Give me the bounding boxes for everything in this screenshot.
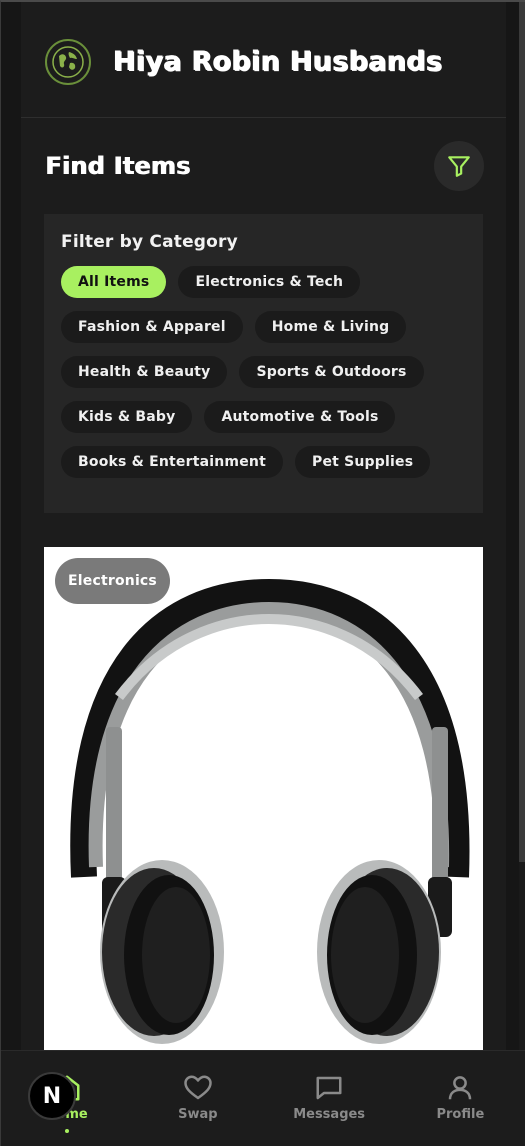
- filter-button[interactable]: [434, 141, 484, 191]
- nav-swap[interactable]: Swap: [132, 1051, 263, 1146]
- category-filter-panel: Filter by Category All Items Electronics…: [44, 214, 483, 513]
- heart-icon: [184, 1075, 212, 1100]
- headphones-image: [70, 578, 470, 1044]
- scrollbar-thumb[interactable]: [519, 2, 525, 862]
- filter-panel-title: Filter by Category: [61, 232, 238, 252]
- chip-electronics-tech[interactable]: Electronics & Tech: [178, 266, 361, 298]
- chip-pet-supplies[interactable]: Pet Supplies: [294, 446, 431, 478]
- chip-fashion-apparel[interactable]: Fashion & Apparel: [61, 311, 243, 343]
- main-column: Hiya Robin Husbands Find Items Filter by…: [21, 2, 506, 1146]
- scrollbar[interactable]: [519, 2, 525, 1146]
- chip-health-beauty[interactable]: Health & Beauty: [61, 356, 228, 388]
- nav-messages-label: Messages: [293, 1107, 366, 1122]
- app-title: Hiya Robin Husbands: [113, 46, 443, 77]
- chip-books-entertainment[interactable]: Books & Entertainment: [61, 446, 283, 478]
- chip-all-items[interactable]: All Items: [61, 266, 167, 298]
- dev-tools-badge[interactable]: N: [28, 1072, 76, 1120]
- category-chips: All Items Electronics & Tech Fashion & A…: [61, 266, 466, 478]
- nav-profile[interactable]: Profile: [395, 1051, 525, 1146]
- app-header: Hiya Robin Husbands: [21, 2, 506, 118]
- active-indicator: [64, 1129, 69, 1133]
- bottom-nav: Home Swap Messages Profile: [1, 1050, 525, 1146]
- nav-messages[interactable]: Messages: [264, 1051, 395, 1146]
- chip-home-living[interactable]: Home & Living: [254, 311, 407, 343]
- category-badge: Electronics: [55, 558, 170, 604]
- item-card[interactable]: Electronics: [44, 547, 483, 1057]
- nav-profile-label: Profile: [436, 1107, 485, 1122]
- nav-swap-label: Swap: [178, 1107, 218, 1122]
- page-title: Find Items: [45, 152, 191, 180]
- message-icon: [316, 1076, 342, 1100]
- chip-kids-baby[interactable]: Kids & Baby: [61, 401, 193, 433]
- filter-icon: [448, 156, 470, 177]
- app-root: Hiya Robin Husbands Find Items Filter by…: [0, 0, 525, 1146]
- globe-map-icon[interactable]: [45, 38, 91, 85]
- find-items-row: Find Items: [45, 140, 484, 192]
- chip-sports-outdoors[interactable]: Sports & Outdoors: [239, 356, 424, 388]
- chip-automotive-tools[interactable]: Automotive & Tools: [204, 401, 396, 433]
- user-icon: [449, 1076, 472, 1100]
